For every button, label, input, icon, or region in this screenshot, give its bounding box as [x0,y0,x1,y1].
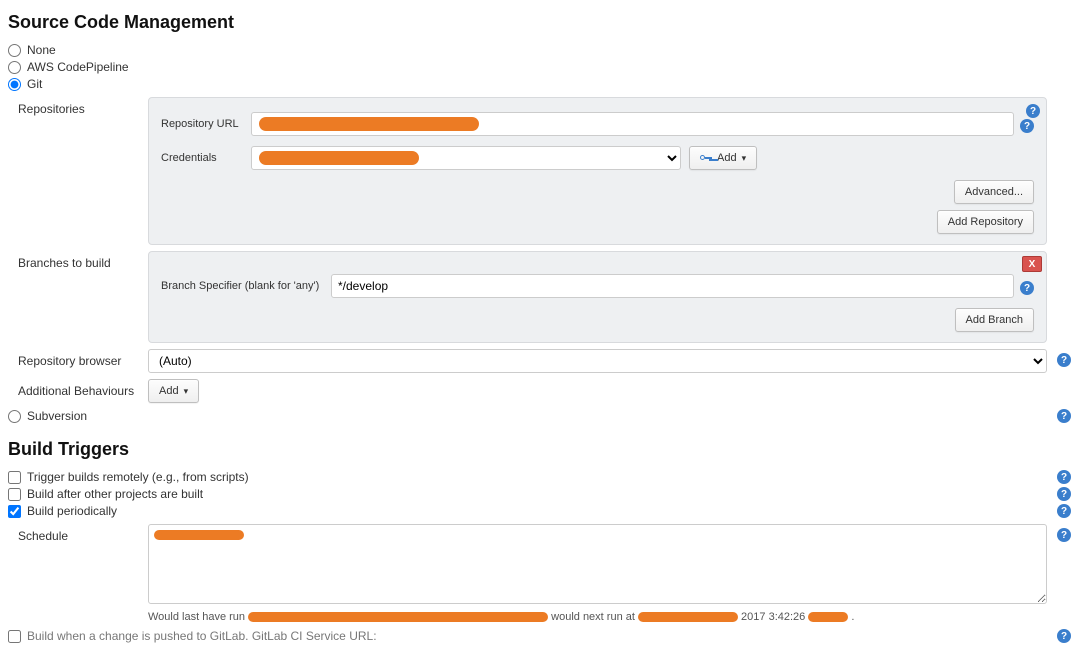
scm-header: Source Code Management [8,12,1071,33]
repo-url-label: Repository URL [161,118,251,130]
scm-label-none[interactable]: None [27,43,56,57]
schedule-hint: Would last have run would next run at 20… [148,611,1047,623]
schedule-label: Schedule [18,524,148,543]
trigger-gitlab-label[interactable]: Build when a change is pushed to GitLab.… [27,629,1057,643]
trigger-after-label[interactable]: Build after other projects are built [27,487,1057,501]
help-icon[interactable]: ? [1057,353,1071,367]
help-icon[interactable]: ? [1057,487,1071,501]
add-behaviour-button[interactable]: Add ▾ [148,379,199,403]
repositories-panel: ? Repository URL ? Credentials Add ▾ [148,97,1047,245]
scm-label-aws[interactable]: AWS CodePipeline [27,60,129,74]
add-credentials-label: Add [717,152,737,164]
trigger-remote-label[interactable]: Trigger builds remotely (e.g., from scri… [27,470,1057,484]
scm-radio-svn[interactable] [8,410,21,423]
chevron-down-icon: ▾ [742,153,747,164]
trigger-after-checkbox[interactable] [8,488,21,501]
credentials-select[interactable] [251,146,681,170]
help-icon[interactable]: ? [1057,504,1071,518]
help-icon[interactable]: ? [1057,470,1071,484]
help-icon[interactable]: ? [1057,528,1071,542]
repo-url-input[interactable] [251,112,1014,136]
scm-label-svn[interactable]: Subversion [27,409,1057,423]
schedule-textarea[interactable] [148,524,1047,604]
repo-browser-select[interactable]: (Auto) [148,349,1047,373]
triggers-header: Build Triggers [8,439,1071,460]
credentials-label: Credentials [161,152,251,164]
scm-radio-none[interactable] [8,44,21,57]
trigger-remote-checkbox[interactable] [8,471,21,484]
help-icon[interactable]: ? [1020,119,1034,133]
key-icon [700,154,712,162]
add-behaviour-label: Add [159,385,179,397]
trigger-periodic-checkbox[interactable] [8,505,21,518]
trigger-gitlab-checkbox[interactable] [8,630,21,643]
scm-radio-aws[interactable] [8,61,21,74]
branches-panel: X Branch Specifier (blank for 'any') ? A… [148,251,1047,343]
chevron-down-icon: ▾ [184,386,189,397]
scm-label-git[interactable]: Git [27,77,42,91]
add-branch-button[interactable]: Add Branch [955,308,1034,332]
scm-radio-git[interactable] [8,78,21,91]
help-icon[interactable]: ? [1057,409,1071,423]
help-icon[interactable]: ? [1020,281,1034,295]
behaviours-label: Additional Behaviours [18,379,148,398]
repositories-label: Repositories [18,97,148,116]
add-credentials-button[interactable]: Add ▾ [689,146,757,170]
branch-specifier-label: Branch Specifier (blank for 'any') [161,280,331,292]
repo-browser-label: Repository browser [18,349,148,368]
branch-specifier-input[interactable] [331,274,1014,298]
trigger-periodic-label[interactable]: Build periodically [27,504,1057,518]
branches-label: Branches to build [18,251,148,270]
advanced-button[interactable]: Advanced... [954,180,1034,204]
help-icon[interactable]: ? [1057,629,1071,643]
delete-branch-button[interactable]: X [1022,256,1042,272]
add-repository-button[interactable]: Add Repository [937,210,1034,234]
